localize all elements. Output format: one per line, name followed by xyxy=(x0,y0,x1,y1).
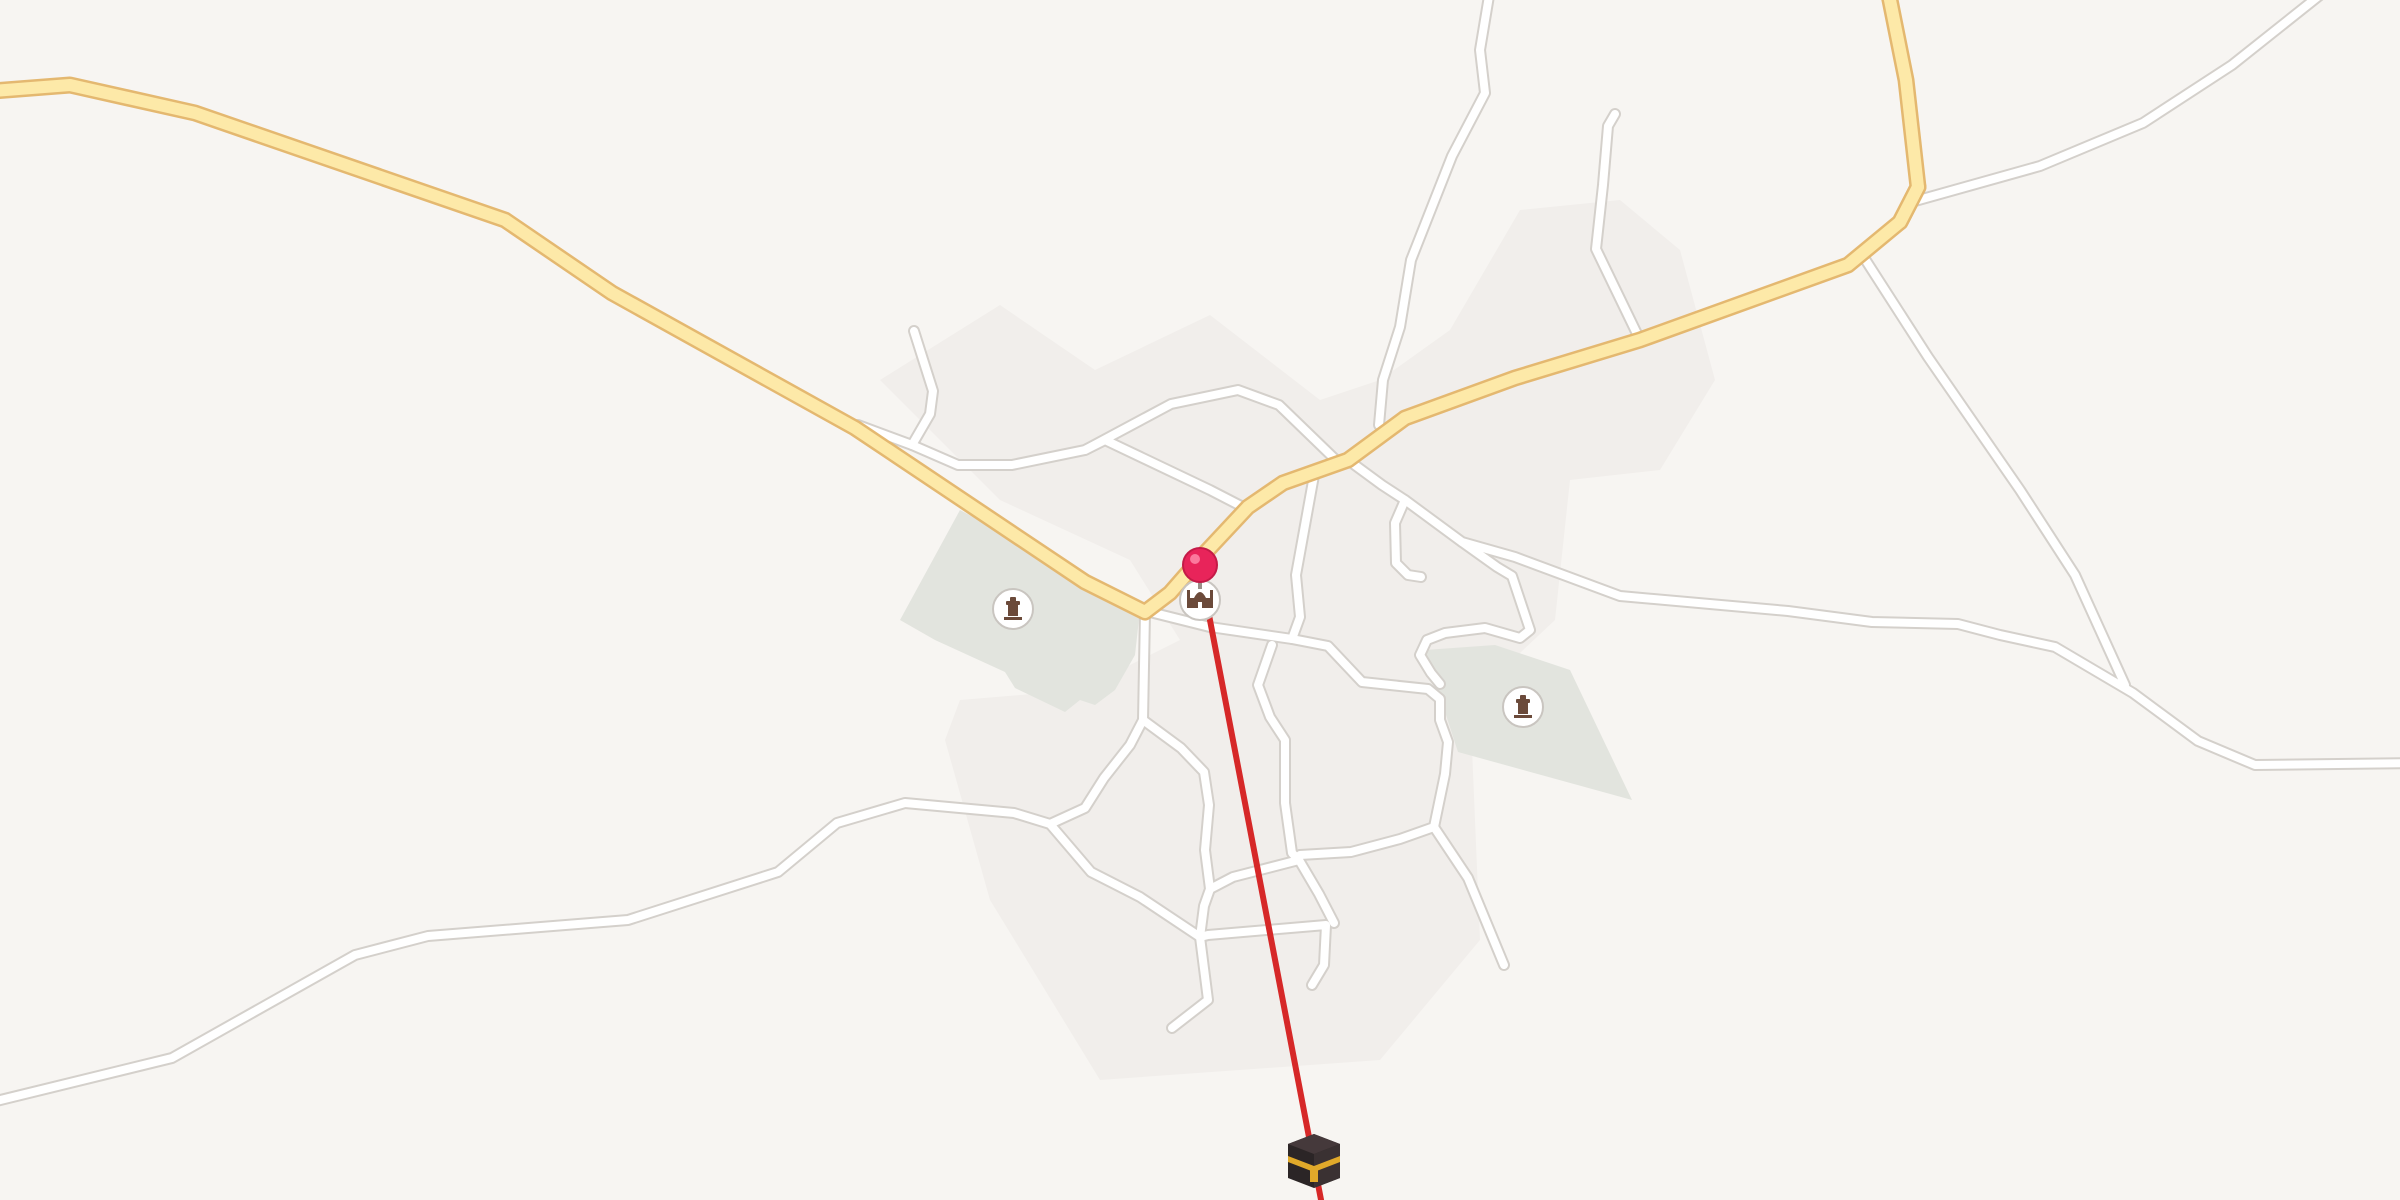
poi-cemetery-west[interactable] xyxy=(992,588,1034,630)
kaaba-marker[interactable] xyxy=(1288,1134,1340,1188)
main-road-2 xyxy=(1894,181,1924,228)
map-canvas[interactable] xyxy=(0,0,2400,1200)
minor-road-casing-20 xyxy=(1902,0,2324,209)
map-view[interactable] xyxy=(0,0,2400,1200)
minor-road-3 xyxy=(0,799,1054,1105)
poi-cemetery-east[interactable] xyxy=(1502,686,1544,728)
kaaba-icon xyxy=(1288,1134,1340,1188)
minor-road-20 xyxy=(1904,0,2321,207)
